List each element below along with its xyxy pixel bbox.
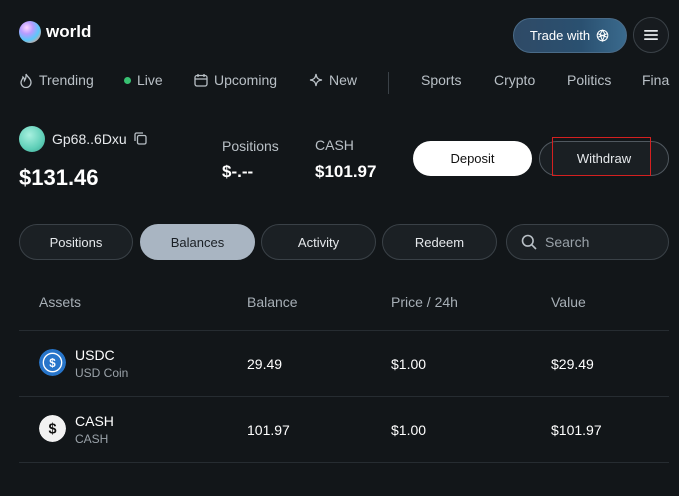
asset-subtitle: USD Coin <box>75 366 129 380</box>
avatar <box>19 126 45 152</box>
nav-item-crypto[interactable]: Crypto <box>494 72 535 88</box>
tab-balances[interactable]: Balances <box>140 224 255 260</box>
usdc-icon: $ <box>39 349 66 376</box>
trade-with-button[interactable]: Trade with <box>513 18 627 53</box>
asset-price: $1.00 <box>391 422 427 438</box>
nav-item-trending[interactable]: Trending <box>19 72 94 88</box>
asset-balance: 29.49 <box>247 356 283 372</box>
cash-value: $101.97 <box>315 162 377 181</box>
nav-label-finance: Fina <box>642 72 670 88</box>
asset-value: $101.97 <box>551 422 602 438</box>
openai-icon <box>596 29 609 43</box>
brand-name[interactable]: world <box>46 22 91 42</box>
nav-label-politics: Politics <box>567 72 612 88</box>
asset-price: $1.00 <box>391 356 427 372</box>
asset-name: USDC <box>75 347 115 363</box>
asset-balance: 101.97 <box>247 422 290 438</box>
tab-activity[interactable]: Activity <box>261 224 376 260</box>
nav-label-crypto: Crypto <box>494 72 536 88</box>
nav-label-live: Live <box>137 72 163 88</box>
tab-positions[interactable]: Positions <box>19 224 133 260</box>
column-header-assets: Assets <box>39 294 82 310</box>
nav-item-live[interactable]: Live <box>124 72 163 88</box>
sparkle-icon <box>309 73 323 87</box>
account-balance: $131.46 <box>19 165 99 190</box>
asset-value: $29.49 <box>551 356 594 372</box>
hamburger-icon <box>644 30 658 40</box>
column-header-value: Value <box>551 294 586 310</box>
nav-label-sports: Sports <box>421 72 462 88</box>
nav-label-trending: Trending <box>39 72 94 88</box>
nav-divider <box>388 72 389 94</box>
nav-item-upcoming[interactable]: Upcoming <box>194 72 277 88</box>
positions-value: $-.-- <box>222 162 254 181</box>
deposit-button[interactable]: Deposit <box>413 141 532 176</box>
nav-item-new[interactable]: New <box>309 72 357 88</box>
nav-label-upcoming: Upcoming <box>214 72 278 88</box>
cash-icon: $ <box>39 415 66 442</box>
svg-text:$: $ <box>48 421 56 437</box>
tab-redeem[interactable]: Redeem <box>382 224 497 260</box>
calendar-icon <box>194 74 208 87</box>
nav-label-new: New <box>329 72 358 88</box>
category-nav: Trending Live Upcoming New Sports Crypto… <box>0 72 679 96</box>
column-header-price: Price / 24h <box>391 294 458 310</box>
nav-item-politics[interactable]: Politics <box>567 72 611 88</box>
trending-icon <box>20 73 32 88</box>
column-header-balance: Balance <box>247 294 298 310</box>
asset-name: CASH <box>75 413 114 429</box>
copy-icon[interactable] <box>134 132 147 145</box>
asset-subtitle: CASH <box>75 432 109 446</box>
search-box[interactable] <box>506 224 669 260</box>
cash-label: CASH <box>315 137 354 153</box>
trade-with-label: Trade with <box>529 28 591 43</box>
live-dot-icon <box>124 76 131 84</box>
withdraw-button[interactable]: Withdraw <box>539 141 669 176</box>
nav-item-sports[interactable]: Sports <box>421 72 461 88</box>
search-input[interactable] <box>545 234 655 250</box>
table-row[interactable]: $ CASH CASH 101.97 $1.00 $101.97 <box>0 397 679 462</box>
nav-item-finance[interactable]: Fina <box>642 72 669 88</box>
svg-text:$: $ <box>49 358 56 370</box>
world-logo-icon[interactable] <box>19 21 41 43</box>
search-icon <box>521 234 537 250</box>
positions-label: Positions <box>222 138 279 154</box>
account-name: Gp68..6Dxu <box>52 131 127 147</box>
menu-button[interactable] <box>633 17 669 53</box>
table-divider <box>19 462 669 463</box>
table-row[interactable]: $ USDC USD Coin 29.49 $1.00 $29.49 <box>0 331 679 396</box>
